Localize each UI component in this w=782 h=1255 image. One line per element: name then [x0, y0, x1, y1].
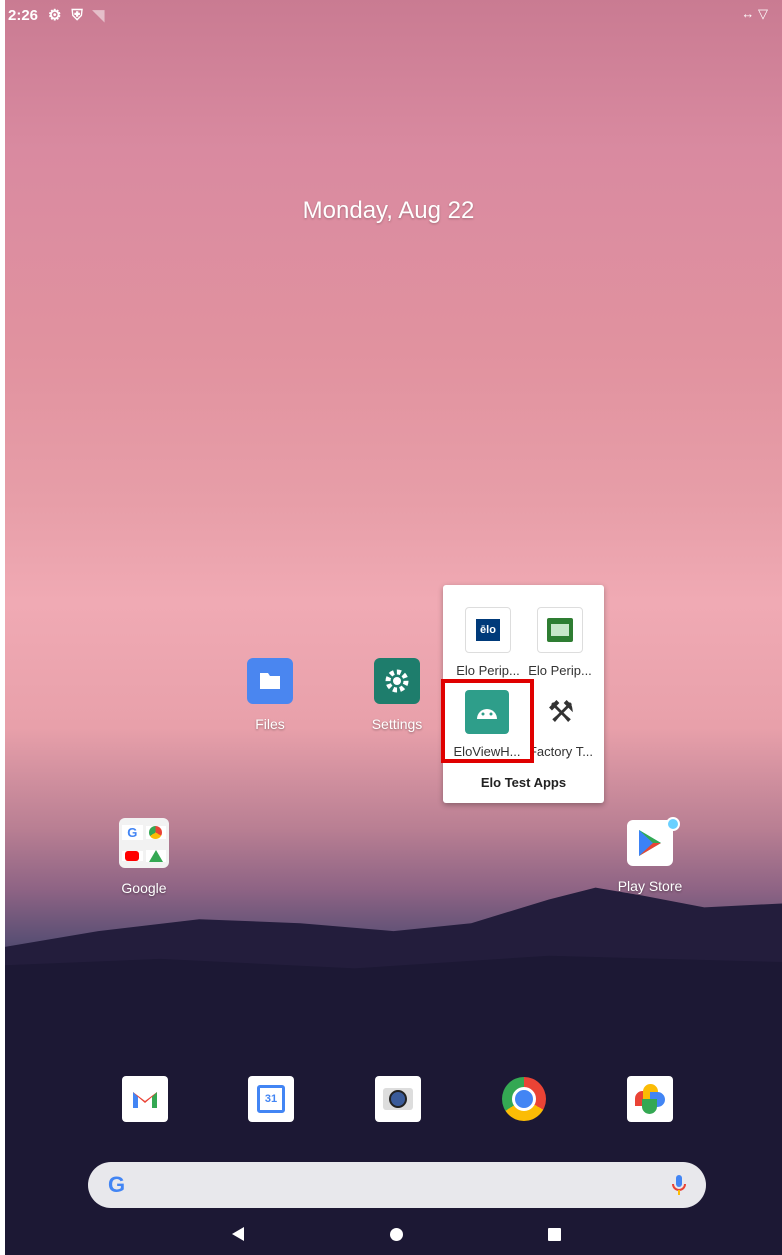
calendar-app[interactable]: 31 [248, 1076, 294, 1122]
microphone-icon[interactable] [672, 1174, 686, 1196]
files-label: Files [255, 716, 285, 732]
date-widget[interactable]: Monday, Aug 22 [0, 197, 777, 225]
folder-app-label-1: Elo Perip... [456, 663, 520, 678]
home-icon [390, 1228, 403, 1241]
photos-app[interactable] [627, 1076, 673, 1122]
google-folder[interactable]: G Google [89, 818, 199, 896]
google-g-icon: G [108, 1172, 126, 1197]
folder-icon [247, 658, 293, 704]
camera-icon [383, 1088, 413, 1110]
settings-app[interactable]: Settings [342, 658, 452, 732]
play-store-app[interactable]: Play Store [595, 820, 705, 894]
status-bar: 2:26 ⚙ ⛨ ◥ [8, 4, 104, 26]
folder-app-label-2: Elo Perip... [528, 663, 592, 678]
status-time: 2:26 [8, 6, 39, 24]
google-search-bar[interactable]: G [88, 1162, 706, 1208]
wifi-icon: ◥ [92, 7, 105, 24]
tools-icon: ⚒ [539, 690, 583, 734]
gear-icon [374, 658, 420, 704]
recents-icon [548, 1228, 561, 1241]
google-g-icon: G [122, 824, 143, 840]
shield-icon: ⛨ [71, 6, 83, 24]
chrome-app[interactable] [501, 1076, 547, 1122]
gmail-icon [133, 1092, 157, 1108]
recents-button[interactable] [548, 1228, 561, 1241]
chrome-icon [502, 1077, 546, 1121]
folder-title[interactable]: Elo Test Apps [443, 775, 604, 790]
home-screen [5, 0, 782, 1255]
play-store-label: Play Store [617, 878, 683, 894]
google-folder-icon: G [119, 818, 169, 868]
highlight-box [441, 679, 534, 763]
elo-peripheral-app-1[interactable]: ēlo Elo Perip... [448, 607, 528, 678]
settings-label: Settings [371, 716, 423, 732]
elo-peripheral-icon [537, 607, 583, 653]
gmail-app[interactable] [122, 1076, 168, 1122]
drive-mini-icon [145, 849, 166, 862]
photos-icon [635, 1084, 665, 1114]
back-icon [232, 1227, 244, 1241]
google-label: Google [121, 880, 167, 896]
elo-logo-icon: ēlo [465, 607, 511, 653]
status-right-icons: ↔ ▽ [741, 6, 768, 21]
camera-app[interactable] [375, 1076, 421, 1122]
chrome-mini-icon [145, 825, 166, 839]
settings-gear-icon: ⚙ [48, 7, 62, 24]
notification-dot [666, 817, 680, 831]
elo-peripheral-app-2[interactable]: Elo Perip... [520, 607, 600, 678]
calendar-icon: 31 [257, 1085, 285, 1113]
youtube-mini-icon [122, 850, 143, 861]
back-button[interactable] [231, 1226, 245, 1247]
home-button[interactable] [390, 1228, 403, 1241]
files-app[interactable]: Files [215, 658, 325, 732]
